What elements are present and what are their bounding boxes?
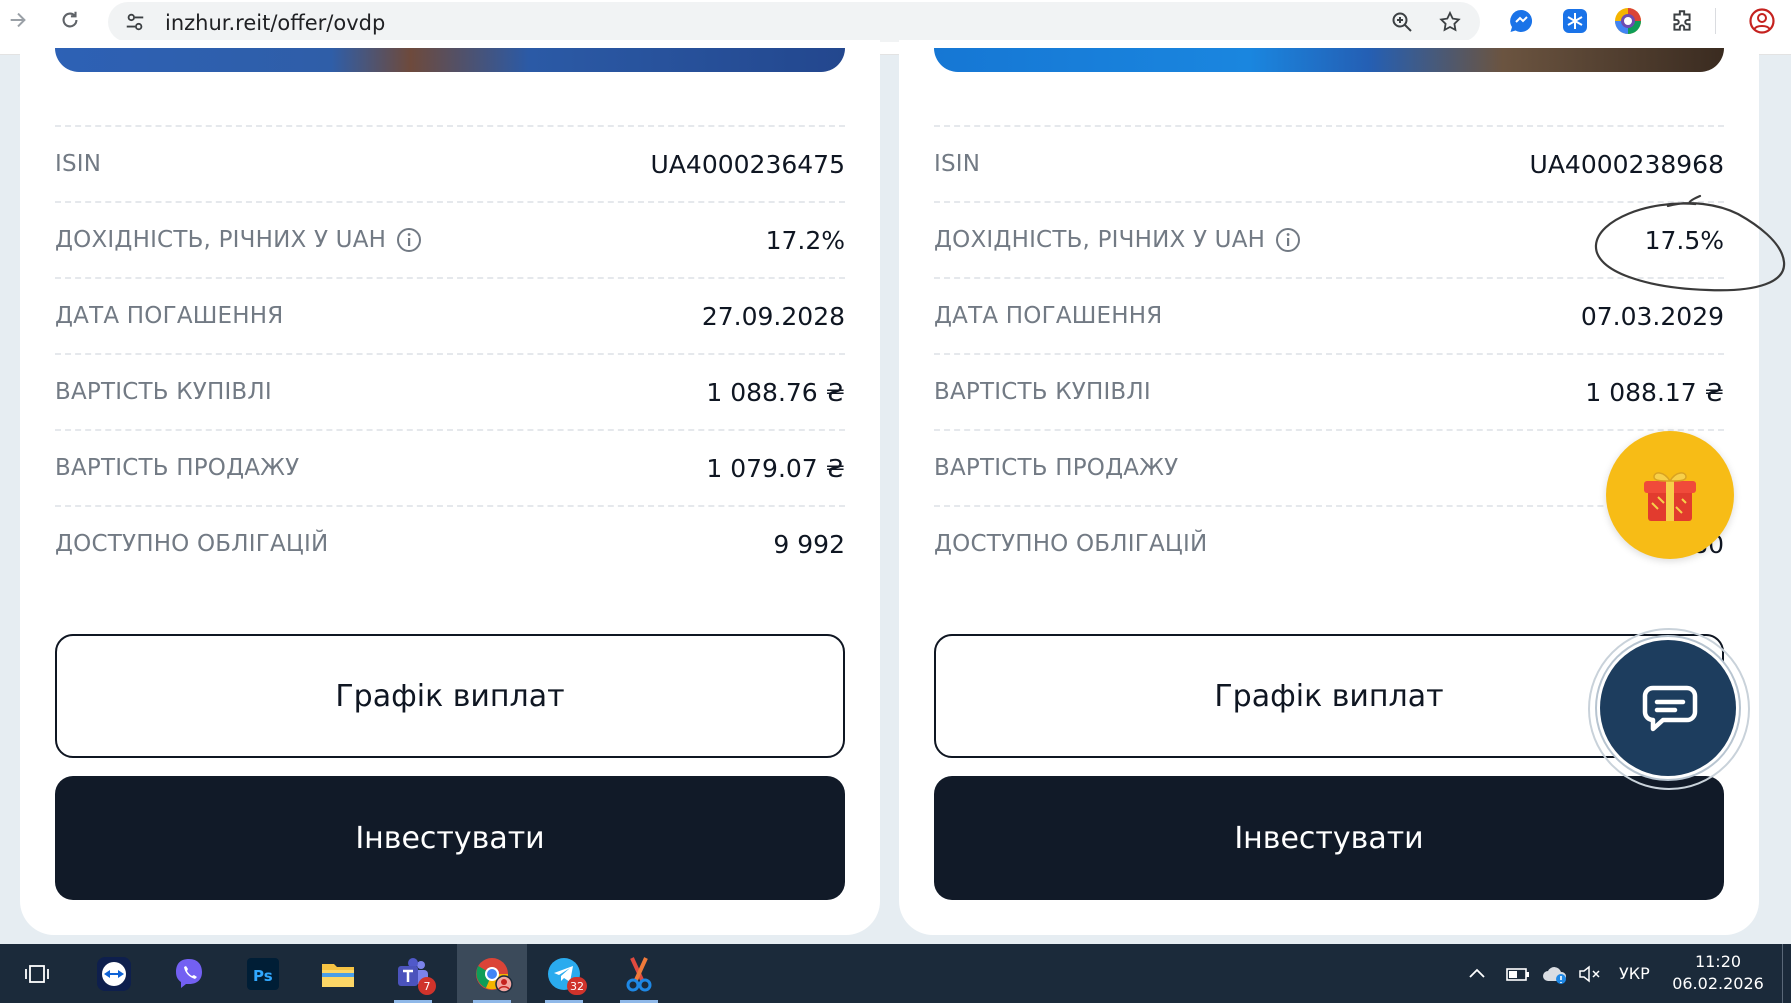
detail-value: 1 079.07 ₴ bbox=[706, 453, 845, 483]
windows-taskbar: Ps 7 32 УКР 11:20 06.02.2026 bbox=[0, 944, 1791, 1003]
arrow-right-icon bbox=[10, 12, 26, 28]
volume-muted-icon bbox=[1579, 964, 1600, 983]
chevron-up-icon bbox=[1469, 968, 1485, 978]
detail-label: ВАРТІСТЬ КУПІВЛІ bbox=[934, 379, 1151, 405]
taskbar-file-explorer[interactable] bbox=[307, 944, 369, 1003]
detail-row-isin: ISIN UA4000238968 bbox=[934, 125, 1724, 201]
detail-label: ДОСТУПНО ОБЛІГАЦІЙ bbox=[55, 531, 329, 557]
taskbar-teamviewer[interactable] bbox=[83, 944, 145, 1003]
detail-label: ДАТА ПОГАШЕННЯ bbox=[934, 303, 1163, 329]
offer-banner-image bbox=[934, 48, 1724, 72]
profile-avatar-icon[interactable] bbox=[1747, 6, 1777, 36]
detail-value: 27.09.2028 bbox=[701, 301, 845, 331]
svg-text:Ps: Ps bbox=[253, 967, 273, 985]
taskbar-telegram[interactable]: 32 bbox=[533, 944, 595, 1003]
offer-card-left: ISIN UA4000236475 ДОХІДНІСТЬ, РІЧНИХ У U… bbox=[20, 40, 880, 935]
show-desktop-button[interactable] bbox=[1782, 944, 1783, 1003]
detail-label-with-info: ДОХІДНІСТЬ, РІЧНИХ У UAH bbox=[55, 227, 422, 253]
detail-row-sell-price: ВАРТІСТЬ ПРОДАЖУ 1 079.07 ₴ bbox=[55, 429, 845, 505]
snipping-tool-icon bbox=[626, 956, 652, 991]
telegram-notification-badge: 32 bbox=[567, 977, 587, 995]
tray-clock[interactable]: 11:20 06.02.2026 bbox=[1668, 951, 1768, 995]
detail-row-buy-price: ВАРТІСТЬ КУПІВЛІ 1 088.76 ₴ bbox=[55, 353, 845, 429]
detail-label: ДАТА ПОГАШЕННЯ bbox=[55, 303, 284, 329]
detail-value: 1 088.76 ₴ bbox=[706, 377, 845, 407]
info-icon[interactable] bbox=[1275, 227, 1301, 253]
chrome-profile-overlay-icon bbox=[495, 975, 513, 993]
toolbar-divider bbox=[1715, 8, 1716, 34]
photoshop-icon: Ps bbox=[247, 957, 279, 990]
teamviewer-icon bbox=[97, 956, 131, 991]
detail-row-isin: ISIN UA4000236475 bbox=[55, 125, 845, 201]
detail-label-with-info: ДОХІДНІСТЬ, РІЧНИХ У UAH bbox=[934, 227, 1301, 253]
detail-row-available: ДОСТУПНО ОБЛІГАЦІЙ 9 992 bbox=[55, 505, 845, 581]
detail-label: ВАРТІСТЬ ПРОДАЖУ bbox=[934, 455, 1179, 481]
detail-row-maturity: ДАТА ПОГАШЕННЯ 07.03.2029 bbox=[934, 277, 1724, 353]
gift-icon bbox=[1644, 472, 1696, 521]
url-text[interactable]: inzhur.reit/offer/ovdp bbox=[165, 11, 385, 35]
extension-color-picker-icon[interactable] bbox=[1613, 6, 1643, 36]
forward-button[interactable] bbox=[0, 0, 38, 40]
cloud-sync-icon bbox=[1543, 966, 1567, 984]
detail-label: ДОСТУПНО ОБЛІГАЦІЙ bbox=[934, 531, 1208, 557]
detail-label: ВАРТІСТЬ КУПІВЛІ bbox=[55, 379, 272, 405]
detail-label: ДОХІДНІСТЬ, РІЧНИХ У UAH bbox=[55, 227, 387, 253]
detail-value: UA4000238968 bbox=[1529, 149, 1724, 179]
teams-notification-badge: 7 bbox=[418, 977, 436, 995]
offer-details-list: ISIN UA4000238968 ДОХІДНІСТЬ, РІЧНИХ У U… bbox=[934, 125, 1724, 581]
extension-messenger-icon[interactable] bbox=[1506, 6, 1536, 36]
detail-row-maturity: ДАТА ПОГАШЕННЯ 27.09.2028 bbox=[55, 277, 845, 353]
address-bar[interactable]: inzhur.reit/offer/ovdp bbox=[108, 2, 1480, 42]
invest-button[interactable]: Інвестувати bbox=[934, 776, 1724, 900]
chat-bubble-icon bbox=[1642, 685, 1698, 732]
clock-date: 06.02.2026 bbox=[1672, 974, 1764, 993]
detail-value: 17.2% bbox=[765, 225, 845, 255]
detail-row-yield: ДОХІДНІСТЬ, РІЧНИХ У UAH 17.5% bbox=[934, 201, 1724, 277]
tray-language-indicator[interactable]: УКР bbox=[1619, 964, 1650, 983]
site-settings-icon[interactable] bbox=[124, 11, 146, 37]
detail-label: ДОХІДНІСТЬ, РІЧНИХ У UAH bbox=[934, 227, 1266, 253]
task-view-icon bbox=[25, 964, 49, 983]
detail-value: 17.5% bbox=[1644, 225, 1724, 255]
reload-button[interactable] bbox=[50, 0, 90, 40]
taskbar-chrome[interactable] bbox=[457, 944, 527, 1003]
tray-battery[interactable] bbox=[1505, 944, 1531, 1003]
detail-row-buy-price: ВАРТІСТЬ КУПІВЛІ 1 088.17 ₴ bbox=[934, 353, 1724, 429]
taskbar-viber[interactable] bbox=[158, 944, 220, 1003]
chat-floating-button[interactable] bbox=[1600, 640, 1736, 776]
info-icon[interactable] bbox=[396, 227, 422, 253]
tray-show-hidden[interactable] bbox=[1466, 944, 1488, 1003]
detail-row-yield: ДОХІДНІСТЬ, РІЧНИХ У UAH 17.2% bbox=[55, 201, 845, 277]
payment-schedule-button[interactable]: Графік виплат bbox=[55, 634, 845, 758]
reload-icon bbox=[62, 11, 78, 28]
clock-time: 11:20 bbox=[1694, 952, 1742, 971]
zoom-icon[interactable] bbox=[1390, 10, 1414, 38]
detail-value: 07.03.2029 bbox=[1580, 301, 1724, 331]
taskbar-snipping-tool[interactable] bbox=[608, 944, 670, 1003]
invest-button[interactable]: Інвестувати bbox=[55, 776, 845, 900]
detail-label: ВАРТІСТЬ ПРОДАЖУ bbox=[55, 455, 300, 481]
taskbar-photoshop[interactable]: Ps bbox=[232, 944, 294, 1003]
bookmark-star-icon[interactable] bbox=[1438, 10, 1462, 38]
tray-onedrive[interactable] bbox=[1541, 944, 1569, 1003]
task-view-button[interactable] bbox=[6, 944, 68, 1003]
detail-row-available: ДОСТУПНО ОБЛІГАЦІЙ 80 bbox=[934, 505, 1724, 581]
tray-volume[interactable] bbox=[1577, 944, 1603, 1003]
extensions-puzzle-icon[interactable] bbox=[1667, 6, 1697, 36]
detail-value: 9 992 bbox=[773, 529, 845, 559]
battery-icon bbox=[1506, 967, 1529, 981]
taskbar-teams[interactable]: 7 bbox=[382, 944, 444, 1003]
folder-icon bbox=[322, 963, 354, 987]
gift-floating-button[interactable] bbox=[1606, 431, 1734, 559]
detail-label: ISIN bbox=[934, 151, 981, 177]
detail-label: ISIN bbox=[55, 151, 102, 177]
extension-snowflake-icon[interactable] bbox=[1560, 6, 1590, 36]
viber-icon bbox=[176, 958, 202, 988]
detail-value: UA4000236475 bbox=[650, 149, 845, 179]
offer-details-list: ISIN UA4000236475 ДОХІДНІСТЬ, РІЧНИХ У U… bbox=[55, 125, 845, 581]
offer-banner-image bbox=[55, 48, 845, 72]
detail-value: 1 088.17 ₴ bbox=[1585, 377, 1724, 407]
